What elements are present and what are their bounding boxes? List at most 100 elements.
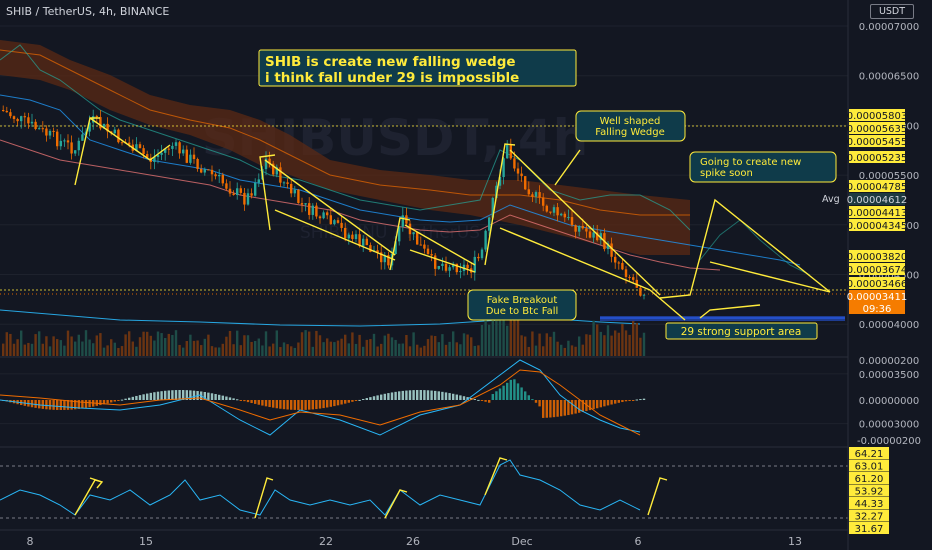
volume-bar [27,342,30,356]
macd-bar [304,400,307,410]
macd-bar [412,390,415,400]
macd-bar [254,400,257,404]
note-falling-wedge-title[interactable]: SHIB is create new falling wedge i think… [258,49,577,87]
candle-body [282,182,286,184]
candle-body [34,121,37,130]
macd-bar [545,400,548,418]
macd-bar [477,399,480,401]
macd-bar [642,398,646,400]
price-label: 0.00003000 [859,420,919,431]
macd-bar [228,397,232,400]
volume-bar [189,334,192,356]
candle-body [549,211,552,213]
macd-bar [552,400,556,418]
volume-bar [128,331,131,356]
currency-button[interactable]: USDT [870,4,914,19]
avg-label: Avg [822,194,840,205]
macd-bar [142,394,145,400]
macd-bar [563,400,566,416]
candle-body [567,217,570,219]
macd-bar [261,400,264,406]
candle-body [185,149,188,163]
macd-bar [110,400,113,403]
macd-bar [88,400,91,408]
volume-bar [538,333,541,356]
candle-body [221,174,224,184]
macd-bar [322,400,325,409]
macd-bar [610,400,613,405]
volume-bar [340,338,343,356]
macd-bar [149,392,152,400]
candle-body [171,145,174,149]
candle-body [257,179,260,183]
candle-body [293,189,296,194]
macd-bar [207,392,210,400]
candle-body [74,150,77,154]
volume-bar [138,337,142,356]
volume-bar [232,344,235,356]
macd-bar [286,400,289,410]
candle-body [52,130,55,132]
volume-bar [621,323,624,356]
volume-bar [581,344,584,356]
volume-bar [286,344,289,356]
volume-bar [106,345,109,356]
candle-body [81,134,84,141]
volume-bar [491,317,494,356]
macd-bar [59,400,62,410]
volume-bar [9,333,12,356]
candle-body [592,232,595,238]
volume-bar [560,344,563,356]
volume-bar [506,325,509,356]
time-label: Dec [511,535,532,548]
macd-bar [430,390,433,400]
volume-bar [520,335,523,356]
price-tag: 0.00003674 [847,265,907,276]
volume-bar [484,319,487,356]
candle-body [16,119,19,122]
volume-bar [304,330,307,356]
candle-body [30,121,34,124]
volume-bar [336,340,340,356]
candle-body [617,262,620,264]
macd-bar [488,400,491,403]
volume-bar [34,334,37,356]
chart-canvas[interactable]: SHIBUSDT, 4h SHIBA INU / TetherUS 0.0000… [0,0,932,550]
price-tag: 0.00003411 [847,292,907,303]
volume-bar [326,338,329,356]
volume-bar [63,345,66,356]
candle-body [578,226,581,232]
candle-body [236,188,239,195]
volume-bar [200,345,203,356]
macd-bar [113,400,116,402]
macd-bar [63,400,66,410]
macd-bar [246,400,250,403]
macd-bar [491,394,494,400]
volume-bar [531,331,534,356]
note-fake-breakout[interactable]: Fake Breakout Due to Btc Fall [467,289,577,321]
note-well-shaped-wedge[interactable]: Well shaped Falling Wedge [575,110,686,142]
note-spike-soon[interactable]: Going to create new spike soon [689,151,837,183]
macd-bar [272,400,275,408]
macd-bar [45,400,48,410]
candle-body [545,205,548,212]
note-spike-line1: Going to create new [700,157,801,168]
candle-body [434,255,437,269]
volume-bar [70,336,73,356]
volume-bar [570,345,574,356]
macd-bar [603,400,606,407]
volume-bar [218,347,221,356]
volume-bar [261,345,264,356]
candle-body [426,248,430,255]
note-support-area[interactable]: 29 strong support area [665,322,818,340]
macd-bar [41,400,44,409]
candle-body [632,277,635,280]
price-tag: 0.00003466 [847,279,907,290]
macd-bar [498,388,502,400]
volume-bar [624,330,628,356]
macd-bar [362,398,365,400]
volume-bar [383,335,386,356]
volume-bar [38,331,41,356]
price-label: 0.00004000 [859,320,919,331]
volume-bar [466,334,469,356]
